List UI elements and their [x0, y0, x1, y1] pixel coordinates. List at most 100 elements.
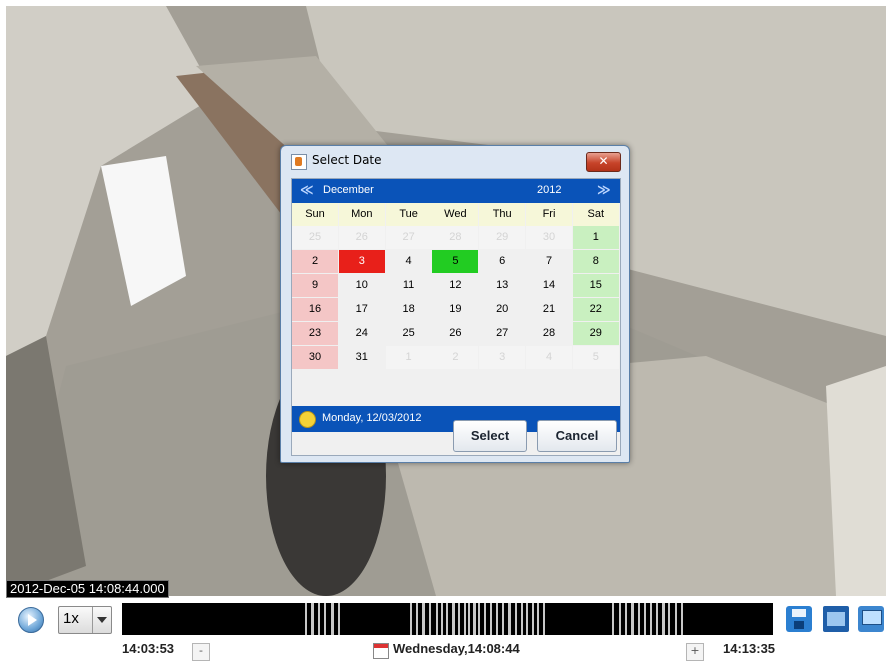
recording-segment: [496, 603, 498, 635]
dialog-title: Select Date: [312, 153, 382, 167]
next-month-icon[interactable]: ≫: [597, 183, 611, 198]
calendar-day[interactable]: 26: [432, 322, 479, 345]
recording-segment: [532, 603, 534, 635]
speed-select[interactable]: 1x: [58, 606, 112, 634]
calendar-day[interactable]: 28: [526, 322, 572, 345]
calendar-day[interactable]: 19: [432, 298, 479, 321]
recording-segment: [416, 603, 418, 635]
calendar-day-outside[interactable]: 29: [479, 226, 526, 249]
calendar-day-outside[interactable]: 1: [385, 346, 432, 369]
calendar-day[interactable]: 22: [572, 298, 619, 321]
calendar-day-outside[interactable]: 28: [432, 226, 479, 249]
end-time: 14:13:35: [723, 641, 776, 656]
year-label: 2012: [537, 184, 562, 196]
recording-segment: [452, 603, 455, 635]
calendar-day-outside[interactable]: 4: [526, 346, 572, 369]
calendar-day[interactable]: 16: [292, 298, 338, 321]
calendar-day-outside[interactable]: 26: [338, 226, 385, 249]
dialog-titlebar[interactable]: Select Date ✕: [281, 146, 629, 176]
calendar-day[interactable]: 12: [432, 274, 479, 297]
calendar-day[interactable]: 7: [526, 250, 572, 273]
month-label: December: [323, 184, 374, 196]
calendar-day[interactable]: 10: [338, 274, 385, 297]
calendar-day[interactable]: 8: [572, 250, 619, 273]
calendar-day-outside[interactable]: 25: [292, 226, 338, 249]
calendar-day[interactable]: 5: [432, 250, 479, 273]
calendar-day[interactable]: 14: [526, 274, 572, 297]
calendar-day[interactable]: 31: [338, 346, 385, 369]
calendar-day[interactable]: 15: [572, 274, 619, 297]
zoom-in-button[interactable]: +: [686, 643, 704, 661]
recording-segment: [508, 603, 511, 635]
calendar-day[interactable]: 6: [479, 250, 526, 273]
recording-segment: [446, 603, 448, 635]
recording-segment: [484, 603, 486, 635]
calendar-day[interactable]: 30: [292, 346, 338, 369]
film-icon[interactable]: [823, 606, 849, 632]
recording-segment: [526, 603, 528, 635]
recording-segment: [656, 603, 658, 635]
current-time[interactable]: Wednesday,14:08:44: [393, 641, 520, 656]
java-icon: [291, 154, 307, 170]
start-time: 14:03:53: [122, 641, 175, 656]
calendar-day[interactable]: 17: [338, 298, 385, 321]
select-button[interactable]: Select: [453, 420, 527, 452]
calendar-day-outside[interactable]: 30: [526, 226, 572, 249]
calendar-day[interactable]: 24: [338, 322, 385, 345]
close-button[interactable]: ✕: [586, 152, 621, 172]
calendar-day-outside[interactable]: 2: [432, 346, 479, 369]
chevron-down-icon[interactable]: [92, 607, 111, 633]
weekday-header: Mon: [338, 203, 385, 226]
calendar-day[interactable]: 3: [338, 250, 385, 273]
recording-segment: [502, 603, 504, 635]
recording-segment: [644, 603, 646, 635]
recording-segment: [478, 603, 480, 635]
calendar-day[interactable]: 11: [385, 274, 432, 297]
recording-segment: [410, 603, 412, 635]
calendar-panel: ≪ December 2012 ≫ Sun Mon Tue Wed Thu Fri Sat …: [291, 178, 621, 456]
recording-segment: [305, 603, 307, 635]
recording-segment: [422, 603, 425, 635]
calendar-day[interactable]: 29: [572, 322, 619, 345]
cancel-button[interactable]: Cancel: [537, 420, 617, 452]
recording-segment: [490, 603, 492, 635]
calendar-day[interactable]: 4: [385, 250, 432, 273]
screen-icon[interactable]: [858, 606, 884, 632]
calendar-day-outside[interactable]: 3: [479, 346, 526, 369]
recording-segment: [631, 603, 634, 635]
zoom-out-button[interactable]: -: [192, 643, 210, 661]
calendar-day[interactable]: 18: [385, 298, 432, 321]
calendar-day[interactable]: 21: [526, 298, 572, 321]
select-date-dialog: Select Date ✕ ≪ December 2012 ≫ Sun Mon Tu…: [280, 145, 630, 463]
calendar-day-outside[interactable]: 5: [572, 346, 619, 369]
today-text: Monday, 12/03/2012: [322, 412, 422, 424]
calendar-day[interactable]: 2: [292, 250, 338, 273]
calendar-day[interactable]: 25: [385, 322, 432, 345]
previous-month-icon[interactable]: ≪: [300, 183, 314, 198]
calendar-day-outside[interactable]: 27: [385, 226, 432, 249]
calendar-day[interactable]: 27: [479, 322, 526, 345]
weekday-header: Sat: [572, 203, 619, 226]
calendar-day[interactable]: 9: [292, 274, 338, 297]
calendar-day[interactable]: 1: [572, 226, 619, 249]
recording-segment: [429, 603, 431, 635]
calendar-header: ≪ December 2012 ≫: [292, 179, 620, 203]
playback-controls: 1x 14:03:53 - Wednesday,14:08:44 + 14:13…: [0, 598, 891, 664]
weekday-header: Sun: [292, 203, 338, 226]
calendar-day[interactable]: 20: [479, 298, 526, 321]
recording-segment: [662, 603, 665, 635]
speed-value: 1x: [63, 610, 79, 627]
weekday-header: Wed: [432, 203, 479, 226]
recording-segment: [638, 603, 640, 635]
calendar-day[interactable]: 13: [479, 274, 526, 297]
calendar-icon[interactable]: [373, 643, 389, 659]
video-timestamp: 2012-Dec-05 14:08:44.000: [6, 580, 169, 598]
recording-segment: [441, 603, 443, 635]
calendar-day[interactable]: 23: [292, 322, 338, 345]
recording-segment: [473, 603, 476, 635]
timeline-track[interactable]: [122, 603, 773, 635]
recording-segment: [612, 603, 614, 635]
save-icon[interactable]: [786, 606, 812, 632]
play-button[interactable]: [18, 607, 44, 633]
smiley-icon: [299, 411, 316, 428]
